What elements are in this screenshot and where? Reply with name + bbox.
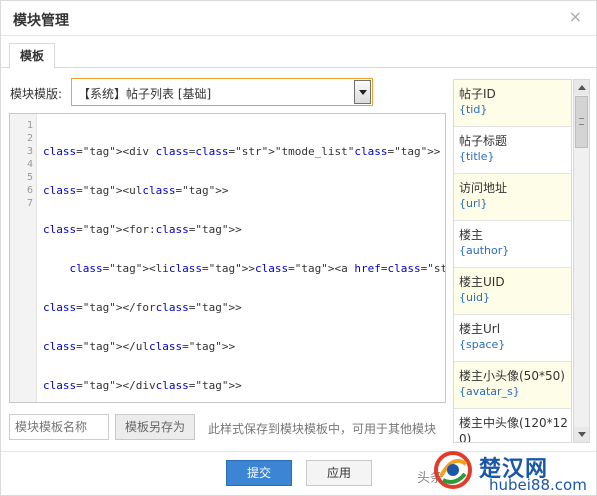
variable-code: {title} bbox=[459, 150, 495, 163]
submit-button[interactable]: 提交 bbox=[226, 460, 292, 486]
variable-item[interactable]: 楼主Url {space} bbox=[454, 315, 571, 362]
code-content[interactable]: class="tag"><div class=class="str">"tmod… bbox=[43, 119, 446, 402]
variable-item[interactable]: 楼主小头像(50*50) {avatar_s} bbox=[454, 362, 571, 409]
apply-button[interactable]: 应用 bbox=[306, 460, 372, 486]
template-select-value: 【系统】帖子列表 [基础] bbox=[78, 87, 212, 101]
code-line: class="tag"><ulclass="tag">> bbox=[43, 184, 229, 197]
code-line: class="tag"><div class=class="str">"tmod… bbox=[43, 145, 441, 158]
save-as-template-button[interactable]: 模板另存为 bbox=[115, 414, 195, 440]
code-line: class="tag"></ulclass="tag">> bbox=[43, 340, 236, 353]
close-icon[interactable]: × bbox=[569, 9, 582, 25]
line-number: 5 bbox=[26, 172, 33, 183]
variable-list-scrollbar[interactable] bbox=[573, 79, 590, 443]
variable-name: 楼主中头像(120*120) bbox=[459, 416, 568, 443]
variable-item[interactable]: 帖子ID {tid} bbox=[454, 80, 571, 127]
tab-bar: 模板 bbox=[1, 39, 596, 69]
variable-name: 楼主 bbox=[459, 228, 484, 242]
variable-item[interactable]: 楼主 {author} bbox=[454, 221, 571, 268]
template-label: 模块模版: bbox=[10, 87, 63, 101]
dialog-titlebar: 模块管理 × bbox=[1, 1, 596, 36]
tab-template[interactable]: 模板 bbox=[9, 43, 56, 69]
variable-code: {author} bbox=[459, 244, 510, 257]
variable-item[interactable]: 帖子标题 {title} bbox=[454, 127, 571, 174]
template-select[interactable]: 【系统】帖子列表 [基础] bbox=[71, 78, 373, 106]
line-number: 7 bbox=[26, 198, 33, 209]
line-number: 6 bbox=[26, 185, 33, 196]
watermark-logo-icon bbox=[434, 451, 472, 489]
scrollbar-thumb[interactable] bbox=[575, 96, 588, 148]
code-line: class="tag"></forclass="tag">> bbox=[43, 301, 242, 314]
code-line: class="tag"></divclass="tag">> bbox=[43, 379, 242, 392]
line-number-gutter: 1 2 3 4 5 6 7 bbox=[10, 114, 37, 402]
save-hint: 此样式保存到模块模板中，可用于其他模块 bbox=[208, 422, 437, 436]
variable-item[interactable]: 楼主中头像(120*120) bbox=[454, 409, 571, 443]
variable-name: 访问地址 bbox=[459, 181, 508, 195]
code-line: class="tag"><for:class="tag">> bbox=[43, 223, 242, 236]
line-number: 3 bbox=[26, 146, 33, 157]
variable-item[interactable]: 楼主UID {uid} bbox=[454, 268, 571, 315]
scroll-down-icon[interactable] bbox=[574, 427, 589, 442]
watermark-site: hubei88.com bbox=[489, 476, 587, 494]
scroll-up-icon[interactable] bbox=[574, 80, 589, 95]
variable-name: 帖子ID bbox=[459, 87, 496, 101]
template-name-input[interactable] bbox=[9, 414, 109, 440]
chevron-down-icon[interactable] bbox=[354, 80, 371, 104]
variable-name: 楼主UID bbox=[459, 275, 505, 289]
line-number: 2 bbox=[26, 133, 33, 144]
variable-code: {uid} bbox=[459, 291, 491, 304]
variable-name: 帖子标题 bbox=[459, 134, 508, 148]
line-number: 4 bbox=[26, 159, 33, 170]
module-manager-dialog: 模块管理 × 模板 模块模版: 【系统】帖子列表 [基础] 1 2 3 4 5 … bbox=[0, 0, 597, 496]
variable-name: 楼主小头像(50*50) bbox=[459, 369, 565, 383]
line-number: 1 bbox=[26, 120, 33, 131]
variable-item[interactable]: 访问地址 {url} bbox=[454, 174, 571, 221]
variable-name: 楼主Url bbox=[459, 322, 501, 336]
code-line: class="tag"><liclass="tag">>class="tag">… bbox=[69, 262, 446, 275]
variable-list: 帖子ID {tid} 帖子标题 {title} 访问地址 {url} 楼主 {a… bbox=[453, 79, 572, 443]
variable-code: {tid} bbox=[459, 103, 488, 116]
variable-code: {url} bbox=[459, 197, 488, 210]
code-editor[interactable]: 1 2 3 4 5 6 7 class="tag"><div class=cla… bbox=[9, 113, 446, 403]
variable-code: {avatar_s} bbox=[459, 385, 520, 398]
variable-code: {space} bbox=[459, 338, 506, 351]
dialog-title: 模块管理 bbox=[13, 13, 69, 29]
